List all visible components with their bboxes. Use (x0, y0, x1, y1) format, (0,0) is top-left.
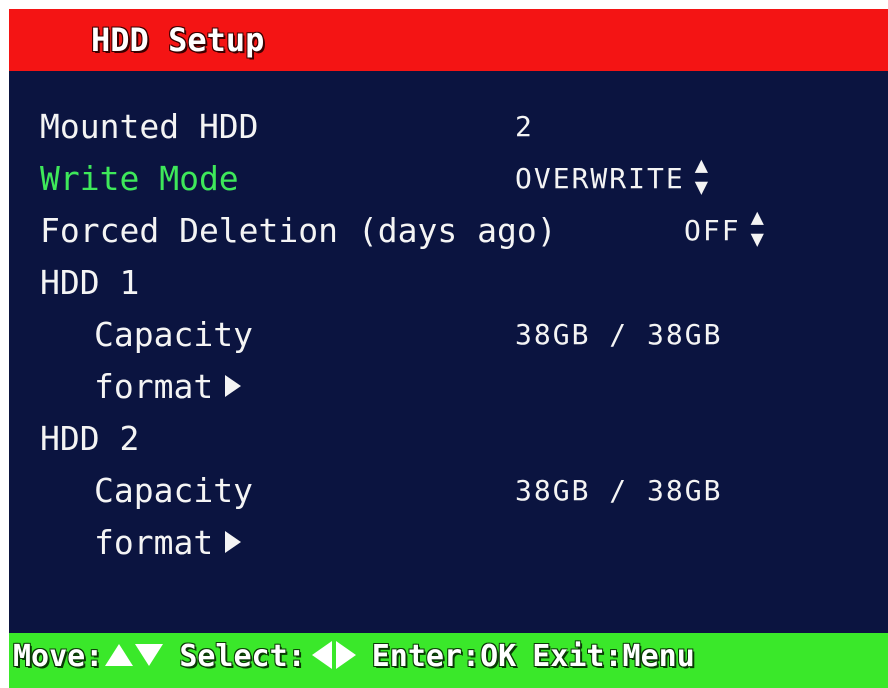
menu-row-hdd2-capacity: Capacity 38GB / 38GB (9, 465, 888, 517)
hdd2-capacity-label: Capacity (94, 471, 253, 510)
triangle-up-icon (105, 643, 134, 666)
menu-row-mounted-hdd: Mounted HDD 2 (9, 101, 888, 153)
menu-row-hdd1: HDD 1 (9, 257, 888, 309)
hdd-setup-screen: HDD Setup Mounted HDD 2 Write Mode OVERW… (9, 9, 888, 688)
hdd2-format-label: format (94, 523, 214, 562)
menu-row-hdd2-format[interactable]: format (9, 517, 888, 569)
hdd1-format-button[interactable]: format (94, 361, 242, 413)
title-bar: HDD Setup (9, 9, 888, 71)
play-right-icon (225, 374, 242, 397)
write-mode-value: OVERWRITE (515, 162, 685, 195)
triangle-right-icon (335, 640, 356, 669)
triangle-down-icon (135, 643, 164, 666)
status-bar: Move: Select: Enter:OK Exit:Menu (9, 633, 888, 688)
enter-hint-label: Enter:OK (371, 639, 517, 674)
select-hint-label: Select: (179, 639, 306, 674)
hdd2-label: HDD 2 (40, 419, 140, 458)
key-hints: Move: Select: Enter:OK Exit:Menu (13, 639, 695, 674)
write-mode-label: Write Mode (40, 159, 239, 198)
hdd1-capacity-label: Capacity (94, 315, 253, 354)
menu-row-write-mode[interactable]: Write Mode OVERWRITE ▲ ▼ (9, 153, 888, 205)
move-hint-label: Move: (13, 639, 104, 674)
hdd2-capacity-value: 38GB / 38GB (515, 474, 723, 507)
up-down-arrows-icon: ▲ ▼ (750, 205, 766, 252)
hdd1-format-label: format (94, 367, 214, 406)
page-title: HDD Setup (91, 21, 265, 59)
exit-hint-label: Exit:Menu (532, 639, 695, 674)
hdd1-capacity-value: 38GB / 38GB (515, 318, 723, 351)
mounted-hdd-value: 2 (515, 110, 534, 143)
forced-deletion-label: Forced Deletion (days ago) (40, 211, 557, 250)
mounted-hdd-label: Mounted HDD (40, 107, 259, 146)
up-down-arrows-icon: ▲ ▼ (694, 153, 710, 200)
forced-deletion-select[interactable]: OFF ▲ ▼ (684, 205, 766, 257)
hdd1-label: HDD 1 (40, 263, 140, 302)
menu-row-hdd1-capacity: Capacity 38GB / 38GB (9, 309, 888, 361)
menu-row-hdd1-format[interactable]: format (9, 361, 888, 413)
forced-deletion-value: OFF (684, 214, 741, 247)
menu-row-hdd2: HDD 2 (9, 413, 888, 465)
hdd2-format-button[interactable]: format (94, 517, 242, 569)
play-right-icon (225, 530, 242, 553)
triangle-left-icon (311, 640, 332, 669)
menu-row-forced-deletion[interactable]: Forced Deletion (days ago) OFF ▲ ▼ (9, 205, 888, 257)
write-mode-select[interactable]: OVERWRITE ▲ ▼ (515, 153, 710, 205)
